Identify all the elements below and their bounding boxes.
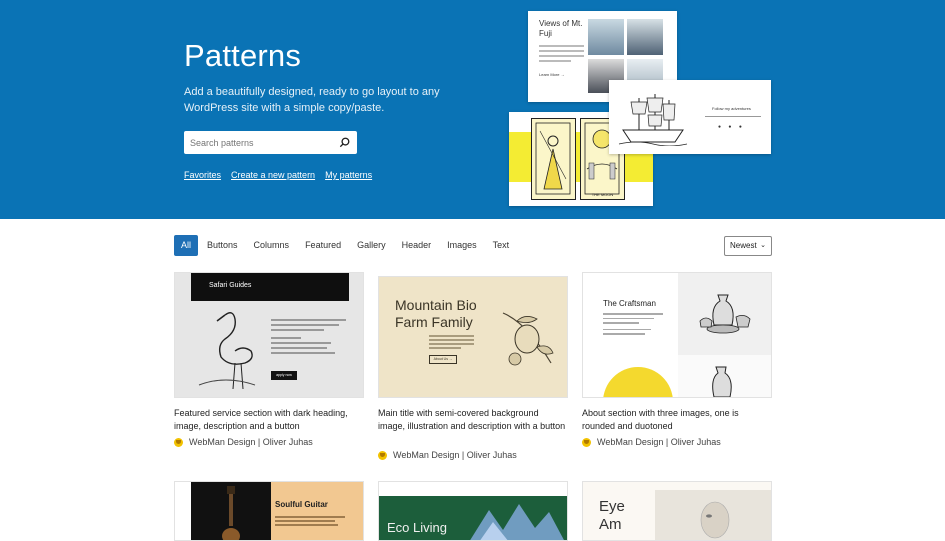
author-name: WebMan Design | Oliver Juhas	[393, 450, 517, 460]
search-box	[184, 131, 357, 154]
thumb-text-lines	[271, 319, 346, 357]
fuji-preview-title: Views of Mt. Fuji	[539, 19, 583, 38]
thumb-text-lines	[429, 335, 474, 351]
guitar-image	[191, 482, 271, 540]
fuji-preview-link: Learn More →	[539, 72, 565, 77]
pattern-thumbnail-4[interactable]: Soulful Guitar	[174, 481, 364, 541]
pattern-title-2[interactable]: Main title with semi-covered background …	[378, 407, 568, 433]
pattern-title-1[interactable]: Featured service section with dark headi…	[174, 407, 364, 433]
filter-all[interactable]: All	[174, 235, 199, 256]
fuji-image-2	[627, 19, 663, 55]
hero-links: Favorites Create a new pattern My patter…	[184, 170, 372, 180]
peach-panel	[271, 482, 363, 540]
filter-featured[interactable]: Featured	[298, 235, 348, 256]
fuji-image-4	[627, 59, 663, 81]
thumb-heading: Soulful Guitar	[275, 500, 328, 509]
category-filters: All Buttons Columns Featured Gallery Hea…	[174, 235, 516, 256]
tarot-card-1	[531, 118, 576, 200]
thumb-image-column	[678, 273, 771, 397]
flamingo-illustration-icon	[198, 312, 256, 390]
thumb-heading: Safari Guides	[209, 282, 252, 289]
preview-text-lines	[539, 45, 584, 65]
pattern-title-3[interactable]: About section with three images, one is …	[582, 407, 772, 433]
thumb-button: apply now	[271, 371, 297, 380]
portrait-image	[655, 490, 771, 540]
social-icons: ● ● ●	[718, 124, 745, 130]
filter-header[interactable]: Header	[395, 235, 439, 256]
my-patterns-link[interactable]: My patterns	[325, 170, 372, 180]
thumb-heading: Eco Living	[387, 520, 447, 535]
filter-buttons[interactable]: Buttons	[200, 235, 245, 256]
filter-text[interactable]: Text	[486, 235, 517, 256]
ship-illustration-icon	[618, 94, 688, 146]
plant-illustration-icon	[470, 504, 564, 540]
avatar	[174, 437, 183, 447]
thumb-button: About Us →	[429, 355, 457, 364]
jug-illustration-icon	[712, 366, 732, 397]
guitar-icon	[222, 486, 240, 540]
duotone-rounded-image	[603, 367, 673, 397]
hero-banner: Patterns Add a beautifully designed, rea…	[0, 0, 945, 219]
thumb-text-lines	[275, 516, 345, 528]
pattern-thumbnail-2[interactable]: Mountain Bio Farm Family About Us →	[378, 276, 568, 398]
thumb-dark-heading: Safari Guides	[191, 273, 349, 301]
author-name: WebMan Design | Oliver Juhas	[597, 437, 721, 447]
filter-images[interactable]: Images	[440, 235, 484, 256]
ship-preview-card: Follow my adventures ● ● ●	[609, 80, 771, 154]
tarot-figure-icon	[535, 122, 571, 195]
filter-columns[interactable]: Columns	[247, 235, 297, 256]
page-subtitle: Add a beautifully designed, ready to go …	[184, 86, 440, 114]
create-pattern-link[interactable]: Create a new pattern	[231, 170, 315, 180]
pattern-author-2[interactable]: WebMan Design | Oliver Juhas	[378, 450, 517, 460]
avatar	[582, 437, 591, 447]
chevron-down-icon: ⌄	[760, 242, 766, 249]
fruit-branch-illustration-icon	[502, 312, 554, 366]
thumb-image-bottom	[678, 355, 771, 397]
thumb-text-lines	[603, 313, 663, 338]
thumb-heading: Eye Am	[599, 498, 625, 533]
search-input[interactable]	[184, 137, 324, 148]
thumb-heading: Mountain Bio Farm Family	[395, 297, 477, 330]
pattern-thumbnail-6[interactable]: Eye Am	[582, 481, 772, 541]
pattern-author-1[interactable]: WebMan Design | Oliver Juhas	[174, 437, 313, 447]
sort-label: Newest	[730, 241, 757, 250]
favorites-link[interactable]: Favorites	[184, 170, 221, 180]
fuji-image-1	[588, 19, 624, 55]
pattern-thumbnail-5[interactable]: Eco Living	[378, 481, 568, 541]
search-icon[interactable]	[338, 136, 351, 149]
avatar	[378, 450, 387, 460]
sort-select[interactable]: Newest ⌄	[724, 236, 772, 256]
pottery-illustration-icon	[699, 294, 751, 334]
author-name: WebMan Design | Oliver Juhas	[189, 437, 313, 447]
page-title: Patterns	[184, 38, 302, 73]
face-illustration-icon	[700, 501, 730, 539]
pattern-thumbnail-3[interactable]: The Craftsman	[582, 272, 772, 398]
thumb-heading: The Craftsman	[603, 299, 656, 308]
divider	[705, 116, 761, 117]
pattern-author-3[interactable]: WebMan Design | Oliver Juhas	[582, 437, 721, 447]
filter-gallery[interactable]: Gallery	[350, 235, 393, 256]
moon-card-label: THE MOON	[591, 192, 614, 197]
follow-text: Follow my adventures	[712, 106, 751, 111]
pattern-thumbnail-1[interactable]: Safari Guides apply now	[174, 272, 364, 398]
